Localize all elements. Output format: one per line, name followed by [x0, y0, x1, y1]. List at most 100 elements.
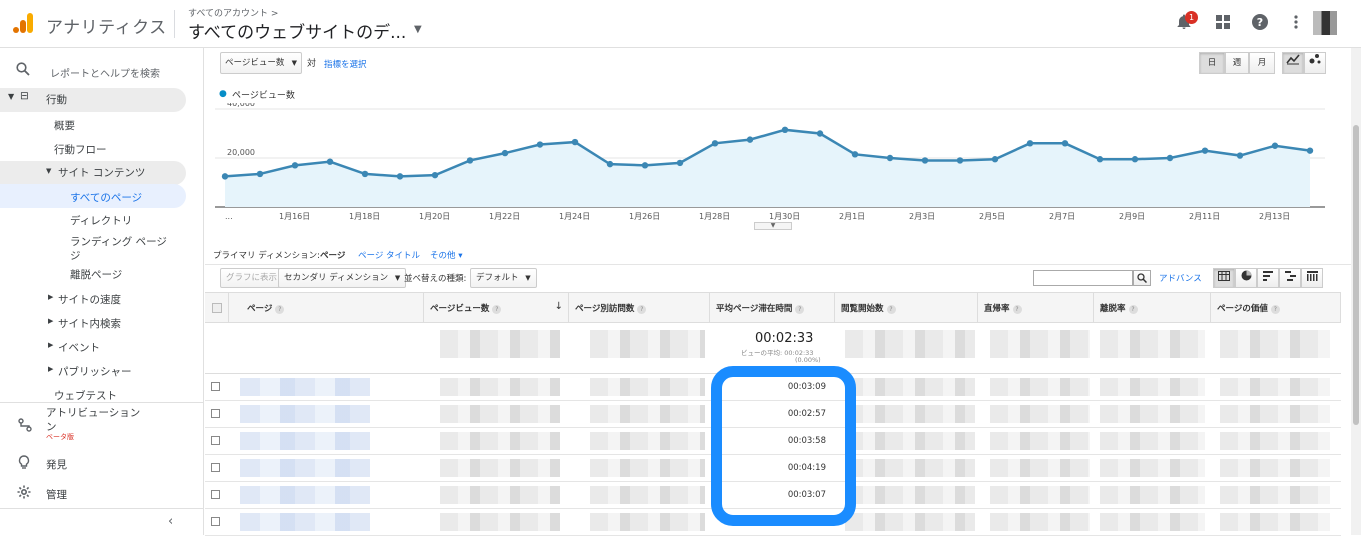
sidebar-item-behavior[interactable]: 行動 [46, 92, 67, 107]
table-view-pie-button[interactable] [1235, 268, 1257, 288]
redacted-cell[interactable] [240, 513, 370, 531]
period-day-button[interactable]: 日 [1199, 52, 1225, 74]
sidebar-item-publisher[interactable]: パブリッシャー [58, 364, 132, 379]
table-view-performance-button[interactable] [1257, 268, 1279, 288]
help-icon[interactable]: ? [1250, 14, 1270, 34]
apps-grid-icon[interactable] [1213, 14, 1233, 34]
column-header-entrances[interactable]: 閲覧開始数? [835, 292, 978, 323]
dimension-other-link[interactable]: その他 ▾ [430, 249, 462, 261]
sidebar-item-experiments[interactable]: ウェブテスト [54, 388, 117, 403]
select-metric-link[interactable]: 指標を選択 [324, 58, 367, 70]
sidebar-item-landing-pages-wrap[interactable]: ジ [70, 248, 81, 263]
redacted-cell[interactable] [240, 486, 370, 504]
dimension-page-active[interactable]: ページ [320, 249, 345, 261]
sidebar-item-site-speed[interactable]: サイトの速度 [58, 292, 121, 307]
avatar[interactable] [1313, 11, 1337, 35]
sidebar-item-exit-pages[interactable]: 離脱ページ [70, 267, 122, 282]
sort-type-select[interactable]: デフォルト ▼ [470, 268, 537, 288]
scrollbar-thumb[interactable] [1353, 125, 1359, 425]
column-header-page[interactable]: ページ? [229, 292, 424, 323]
legend-dot-icon: ● [219, 89, 227, 99]
chevron-down-icon[interactable]: ▼ [414, 24, 422, 35]
sidebar-item-events[interactable]: イベント [58, 340, 100, 355]
redacted-cell [1220, 378, 1330, 396]
metric-select[interactable]: ページビュー数 ▼ [220, 52, 302, 74]
redacted-cell[interactable] [240, 459, 370, 477]
column-header-pageviews[interactable]: ページビュー数? ↓ [424, 292, 569, 323]
redacted-cell[interactable] [240, 378, 370, 396]
total-avg-time-pct: (0.00%) [795, 356, 821, 364]
column-header-avg-time[interactable]: 平均ページ滞在時間? [710, 292, 835, 323]
collapse-sidebar-icon[interactable]: ‹ [168, 514, 173, 529]
column-header-bounce-rate[interactable]: 直帰率? [978, 292, 1094, 323]
x-tick-label: 2月7日 [1049, 212, 1075, 221]
period-month-button[interactable]: 月 [1249, 52, 1275, 74]
chevron-right-icon[interactable]: ▶ [48, 317, 53, 325]
sidebar-item-landing-pages[interactable]: ランディング ページ [70, 234, 167, 249]
sidebar-search[interactable]: レポートとヘルプを検索 [0, 56, 204, 86]
table-view-comparison-button[interactable] [1279, 268, 1301, 288]
chevron-right-icon[interactable]: ▶ [48, 293, 53, 301]
chevron-down-icon[interactable]: ▼ [8, 92, 14, 101]
redacted-cell [1100, 513, 1205, 531]
help-icon[interactable]: ? [1270, 305, 1280, 314]
sidebar-item-behavior-flow[interactable]: 行動フロー [54, 142, 107, 157]
advanced-filter-link[interactable]: アドバンス [1159, 272, 1202, 284]
plot-rows-button[interactable]: グラフに表示 [220, 268, 284, 288]
redacted-cell [1100, 486, 1205, 504]
period-week-button[interactable]: 週 [1225, 52, 1249, 74]
column-header-page-value[interactable]: ページの価値? [1211, 292, 1341, 323]
column-header-unique-pageviews[interactable]: ページ別訪問数? [569, 292, 710, 323]
help-icon[interactable]: ? [492, 305, 502, 314]
view-title[interactable]: すべてのウェブサイトのデ... [188, 18, 406, 43]
sidebar-item-admin[interactable]: 管理 [46, 487, 67, 502]
row-checkbox[interactable] [211, 490, 220, 499]
help-icon[interactable]: ? [275, 305, 285, 314]
table-view-pivot-button[interactable] [1301, 268, 1323, 288]
data-point [711, 140, 719, 147]
row-checkbox[interactable] [211, 436, 220, 445]
header-checkbox[interactable] [212, 303, 222, 313]
top-app-bar: アナリティクス すべてのアカウント > すべてのウェブサイトのデ... ▼ 1 … [0, 0, 1361, 48]
row-checkbox[interactable] [211, 382, 220, 391]
more-vert-icon[interactable] [1286, 14, 1306, 34]
chevron-down-icon[interactable]: ▼ [46, 167, 51, 175]
sort-type-label: 並べ替えの種類: [404, 274, 467, 284]
table-search-button[interactable] [1133, 270, 1151, 286]
help-icon[interactable]: ? [795, 305, 805, 314]
help-icon[interactable]: ? [637, 305, 647, 314]
dimension-page-title-link[interactable]: ページ タイトル [358, 249, 420, 261]
sidebar-item-directory[interactable]: ディレクトリ [70, 213, 132, 228]
data-point [501, 149, 509, 157]
row-checkbox[interactable] [211, 463, 220, 472]
help-icon[interactable]: ? [1012, 305, 1022, 314]
chart-resize-handle[interactable]: ▼ [754, 222, 792, 230]
sort-arrow-down-icon[interactable]: ↓ [555, 301, 563, 312]
redacted-cell[interactable] [240, 405, 370, 423]
table-search-input[interactable] [1033, 270, 1133, 286]
data-point [221, 173, 229, 180]
sidebar-item-discover[interactable]: 発見 [46, 457, 67, 472]
x-tick-label: 2月3日 [909, 212, 935, 221]
row-checkbox[interactable] [211, 517, 220, 526]
bar-chart-icon [1262, 271, 1273, 281]
chevron-right-icon[interactable]: ▶ [48, 365, 53, 373]
column-header-exit-rate[interactable]: 離脱率? [1094, 292, 1211, 323]
chevron-right-icon[interactable]: ▶ [48, 341, 53, 349]
row-checkbox[interactable] [211, 409, 220, 418]
sidebar-item-site-search[interactable]: サイト内検索 [58, 316, 121, 331]
analytics-logo-icon[interactable] [12, 12, 34, 34]
line-chart-button[interactable] [1282, 52, 1304, 74]
secondary-dimension-select[interactable]: セカンダリ ディメンション ▼ [278, 268, 407, 288]
help-icon[interactable]: ? [1128, 305, 1138, 314]
help-icon[interactable]: ? [886, 305, 896, 314]
sidebar-item-site-content[interactable]: サイト コンテンツ [58, 165, 145, 180]
sidebar-item-attribution[interactable]: アトリビューション [46, 405, 140, 420]
motion-chart-button[interactable] [1304, 52, 1326, 74]
table-view-data-button[interactable] [1213, 268, 1235, 288]
svg-text:?: ? [1257, 16, 1263, 29]
sidebar-item-overview[interactable]: 概要 [54, 118, 75, 133]
sidebar-item-all-pages[interactable]: すべてのページ [70, 190, 142, 205]
redacted-cell [1220, 513, 1330, 531]
redacted-cell[interactable] [240, 432, 370, 450]
